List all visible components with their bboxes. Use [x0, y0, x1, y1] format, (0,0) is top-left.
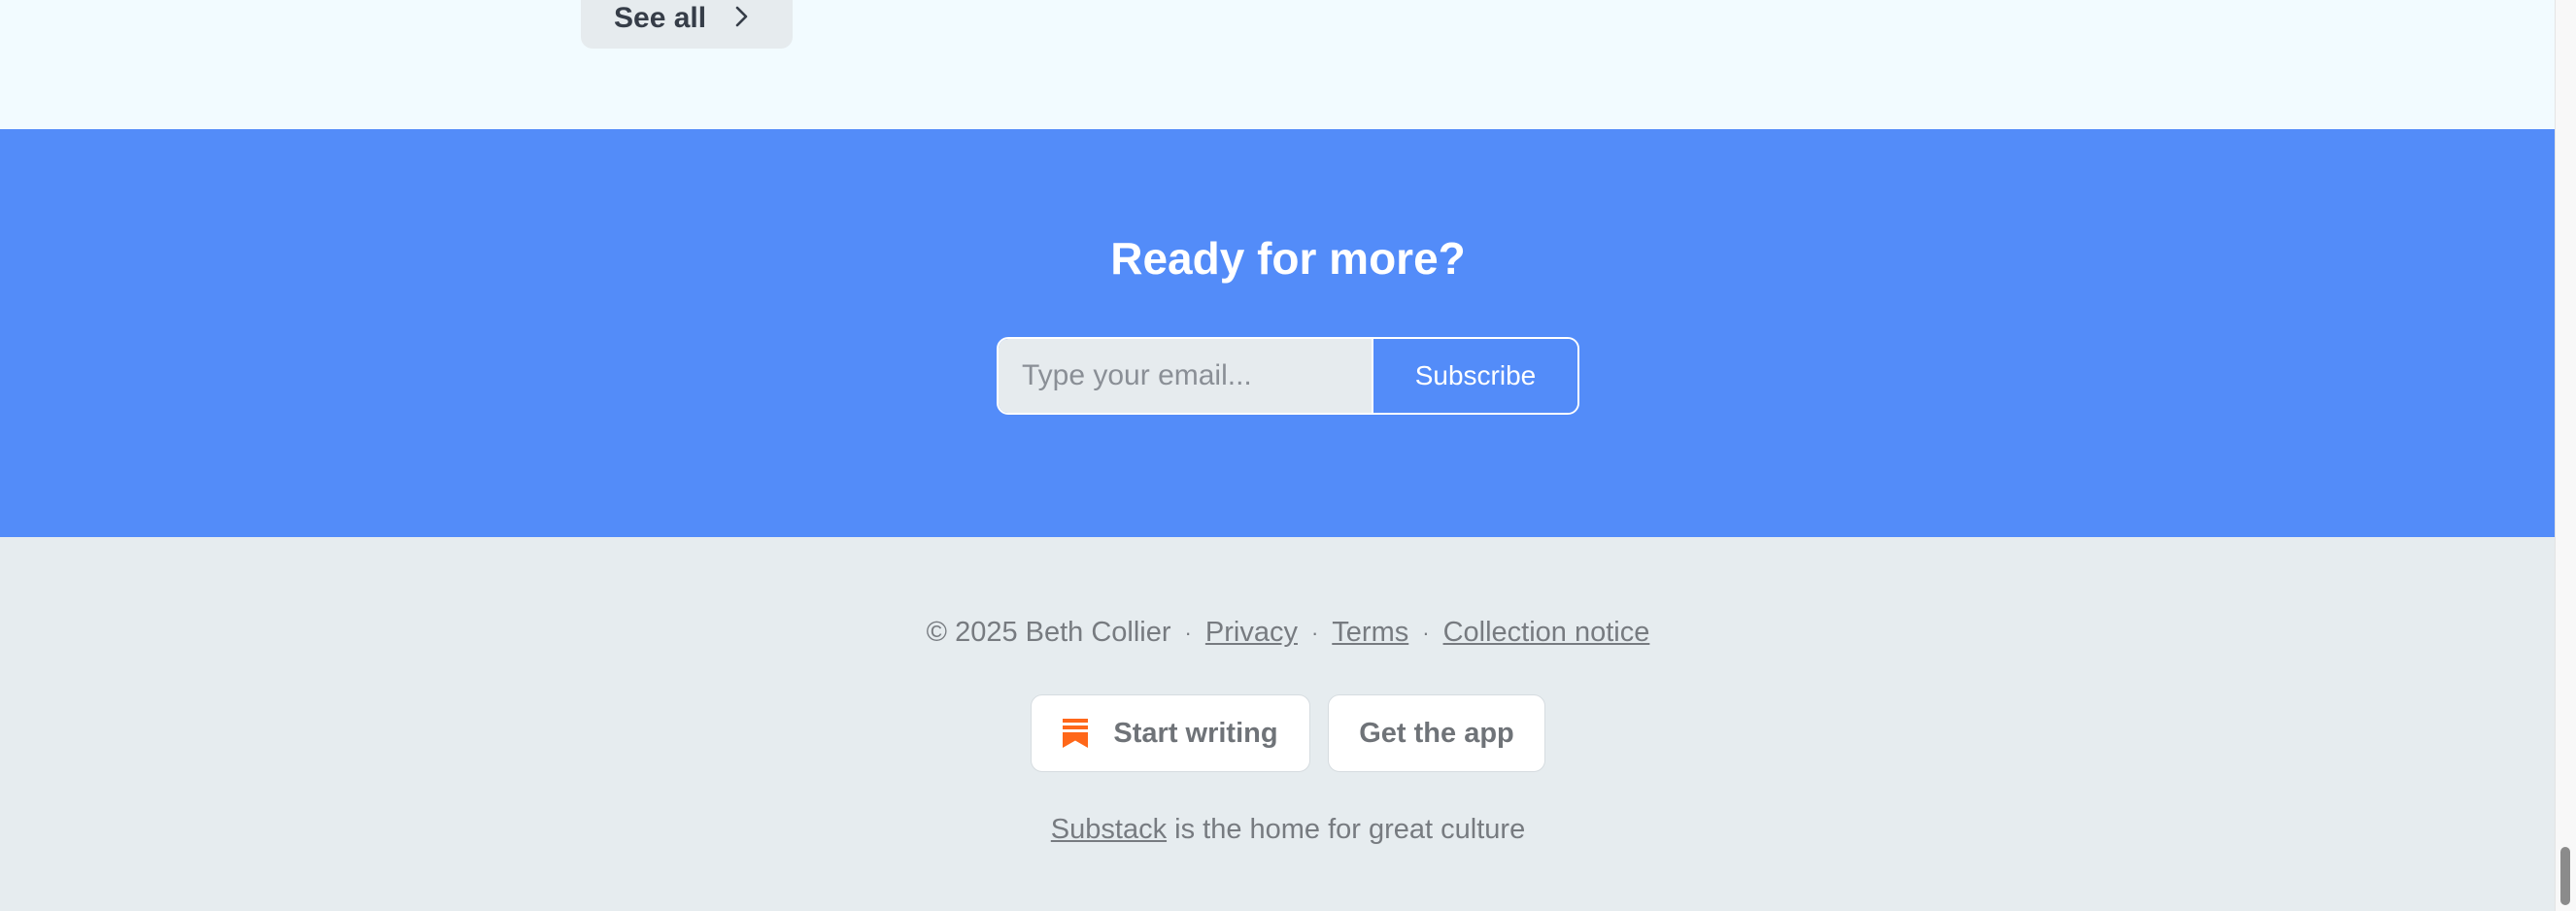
tagline-text: is the home for great culture [1167, 814, 1526, 845]
top-section: See all [0, 0, 2555, 129]
separator-dot: · [1310, 620, 1319, 645]
subscribe-heading: Ready for more? [1110, 233, 1466, 284]
see-all-button[interactable]: See all [581, 0, 793, 49]
substack-link[interactable]: Substack [1051, 814, 1167, 845]
get-the-app-button[interactable]: Get the app [1328, 694, 1545, 772]
collection-notice-link[interactable]: Collection notice [1443, 617, 1650, 649]
separator-dot: · [1422, 620, 1430, 645]
main-area: See all Ready for more? Subscribe © 2025… [0, 0, 2555, 911]
footer-tagline: Substack is the home for great culture [0, 814, 2576, 846]
footer-legal-line: © 2025 Beth Collier · Privacy · Terms · … [0, 617, 2576, 649]
privacy-link[interactable]: Privacy [1205, 617, 1298, 649]
footer-buttons: Start writing Get the app [0, 694, 2576, 772]
chevron-right-icon [735, 6, 748, 27]
subscribe-section: Ready for more? Subscribe [0, 129, 2555, 537]
start-writing-label: Start writing [1113, 717, 1278, 749]
see-all-label: See all [614, 2, 707, 34]
start-writing-button[interactable]: Start writing [1031, 694, 1310, 772]
terms-link[interactable]: Terms [1332, 617, 1408, 649]
get-the-app-label: Get the app [1359, 717, 1514, 749]
vertical-scrollbar[interactable] [2555, 0, 2576, 911]
substack-logo-icon [1063, 719, 1089, 748]
subscribe-form: Subscribe [997, 337, 1579, 415]
footer: © 2025 Beth Collier · Privacy · Terms · … [0, 537, 2555, 911]
copyright-text: © 2025 Beth Collier [926, 617, 1171, 648]
page: See all Ready for more? Subscribe © 2025… [0, 0, 2576, 911]
subscribe-button[interactable]: Subscribe [1372, 339, 1577, 413]
scrollbar-thumb[interactable] [2560, 847, 2570, 905]
email-input[interactable] [999, 339, 1372, 413]
separator-dot: · [1184, 620, 1192, 645]
